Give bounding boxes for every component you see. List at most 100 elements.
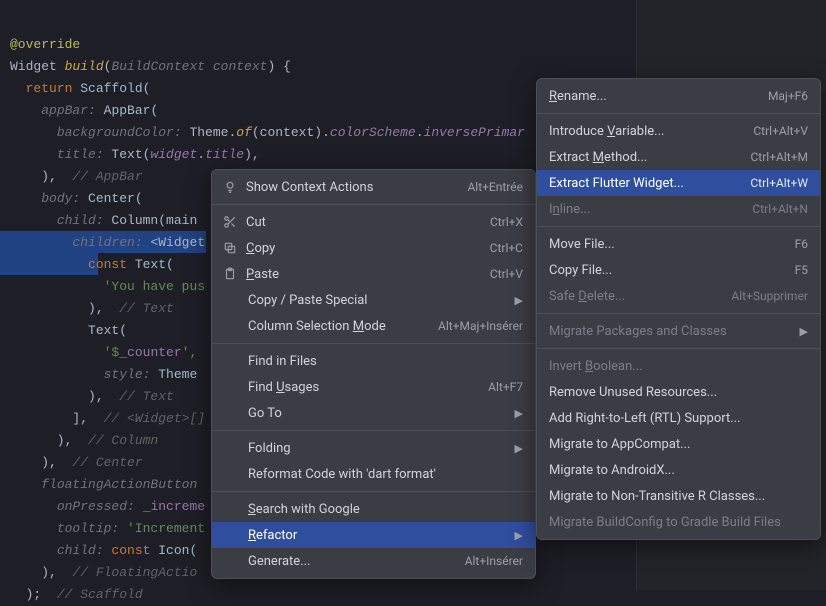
code-token <box>10 191 41 206</box>
submenu-item-move-file[interactable]: Move File... F6 <box>537 231 820 257</box>
code-token: ( <box>166 257 174 272</box>
code-token <box>10 257 88 272</box>
menu-label: Migrate to Non-Transitive R Classes... <box>549 489 808 504</box>
code-token: ), <box>10 389 119 404</box>
submenu-item-extract-method[interactable]: Extract Method... Ctrl+Alt+M <box>537 144 820 170</box>
refactor-submenu: Rename... Maj+F6 Introduce Variable... C… <box>536 78 821 540</box>
code-token: AppBar <box>104 103 151 118</box>
code-token: ), <box>10 565 72 580</box>
menu-item-paste[interactable]: Paste Ctrl+V <box>212 261 535 287</box>
code-token: (context). <box>252 125 330 140</box>
submenu-item-migrate-buildconfig: Migrate BuildConfig to Gradle Build File… <box>537 509 820 535</box>
code-token: Widget <box>10 59 65 74</box>
code-token <box>10 499 57 514</box>
code-token: 'You have pus <box>104 279 205 294</box>
code-token: const <box>88 257 135 272</box>
code-token: const <box>111 543 158 558</box>
blank-icon <box>224 501 240 517</box>
menu-item-copy[interactable]: Copy Ctrl+C <box>212 235 535 261</box>
code-token: Text <box>135 257 166 272</box>
menu-separator <box>537 226 820 227</box>
code-token: // FloatingActio <box>72 565 197 580</box>
blank-icon <box>224 292 240 308</box>
code-token: of <box>236 125 252 140</box>
menu-item-search-google[interactable]: Search with Google <box>212 496 535 522</box>
code-token: 'Increment <box>127 521 205 536</box>
code-token: tooltip: <box>57 521 127 536</box>
code-token <box>10 103 41 118</box>
submenu-item-introduce-variable[interactable]: Introduce Variable... Ctrl+Alt+V <box>537 118 820 144</box>
menu-label: Remove Unused Resources... <box>549 385 808 400</box>
blank-icon <box>224 553 240 569</box>
code-token <box>10 543 57 558</box>
menu-item-show-context-actions[interactable]: Show Context Actions Alt+Entrée <box>212 174 535 200</box>
blank-icon <box>224 466 240 482</box>
menu-item-find-usages[interactable]: Find Usages Alt+F7 <box>212 374 535 400</box>
code-token: ], <box>10 411 104 426</box>
menu-shortcut: Alt+Entrée <box>467 180 523 194</box>
code-token: . <box>416 125 424 140</box>
chevron-right-icon: ▶ <box>515 529 523 542</box>
menu-label: Copy File... <box>549 263 787 278</box>
menu-label: Inline... <box>549 202 744 217</box>
code-token: ( <box>119 323 127 338</box>
code-token: style: <box>104 367 159 382</box>
menu-item-find-in-files[interactable]: Find in Files <box>212 348 535 374</box>
code-token <box>10 323 88 338</box>
menu-item-copy-paste-special[interactable]: Copy / Paste Special ▶ <box>212 287 535 313</box>
menu-separator <box>537 313 820 314</box>
code-token: ); <box>10 587 57 602</box>
code-token: Scaffold <box>80 81 142 96</box>
menu-label: Go To <box>248 406 507 421</box>
code-token: child: <box>57 213 112 228</box>
code-token: ( <box>189 543 197 558</box>
menu-item-reformat-dart[interactable]: Reformat Code with 'dart format' <box>212 461 535 487</box>
submenu-item-inline: Inline... Ctrl+Alt+N <box>537 196 820 222</box>
menu-label: Reformat Code with 'dart format' <box>248 467 523 482</box>
chevron-right-icon: ▶ <box>800 325 808 338</box>
submenu-item-remove-unused[interactable]: Remove Unused Resources... <box>537 379 820 405</box>
submenu-item-migrate-appcompat[interactable]: Migrate to AppCompat... <box>537 431 820 457</box>
code-token: colorScheme <box>330 125 416 140</box>
menu-shortcut: Ctrl+Alt+W <box>750 176 808 190</box>
menu-label: Copy <box>246 241 482 256</box>
code-token <box>10 279 104 294</box>
code-token: // Column <box>88 433 158 448</box>
menu-shortcut: F6 <box>795 237 808 251</box>
submenu-item-extract-flutter-widget[interactable]: Extract Flutter Widget... Ctrl+Alt+W <box>537 170 820 196</box>
menu-label: Show Context Actions <box>246 180 459 195</box>
blank-icon <box>224 318 240 334</box>
code-token: title <box>205 147 244 162</box>
submenu-item-add-rtl[interactable]: Add Right-to-Left (RTL) Support... <box>537 405 820 431</box>
menu-label: Migrate to AppCompat... <box>549 437 808 452</box>
code-token: onPressed: <box>57 499 143 514</box>
menu-item-column-selection[interactable]: Column Selection Mode Alt+Maj+Insérer <box>212 313 535 339</box>
submenu-item-copy-file[interactable]: Copy File... F5 <box>537 257 820 283</box>
submenu-item-rename[interactable]: Rename... Maj+F6 <box>537 83 820 109</box>
submenu-item-migrate-androidx[interactable]: Migrate to AndroidX... <box>537 457 820 483</box>
code-token: ( <box>143 81 151 96</box>
menu-shortcut: Ctrl+V <box>490 267 523 281</box>
code-token: backgroundColor: <box>57 125 190 140</box>
blank-icon <box>224 353 240 369</box>
submenu-item-migrate-nontransitive[interactable]: Migrate to Non-Transitive R Classes... <box>537 483 820 509</box>
code-token: . <box>197 147 205 162</box>
copy-icon <box>222 240 238 256</box>
menu-shortcut: Ctrl+Alt+N <box>752 202 808 216</box>
menu-label: Generate... <box>248 554 457 569</box>
menu-shortcut: Ctrl+C <box>490 241 523 255</box>
code-token: Icon <box>158 543 189 558</box>
code-token: ( <box>135 191 143 206</box>
code-token: // AppBar <box>72 169 142 184</box>
menu-item-go-to[interactable]: Go To ▶ <box>212 400 535 426</box>
menu-item-cut[interactable]: Cut Ctrl+X <box>212 209 535 235</box>
menu-item-generate[interactable]: Generate... Alt+Insérer <box>212 548 535 574</box>
menu-separator <box>212 491 535 492</box>
menu-item-refactor[interactable]: Refactor ▶ <box>212 522 535 548</box>
code-token: body: <box>41 191 88 206</box>
menu-shortcut: Alt+Supprimer <box>731 289 808 303</box>
code-token: // <Widget>[] <box>104 411 205 426</box>
menu-label: Find Usages <box>248 380 480 395</box>
menu-item-folding[interactable]: Folding ▶ <box>212 435 535 461</box>
code-token: Text <box>111 147 142 162</box>
